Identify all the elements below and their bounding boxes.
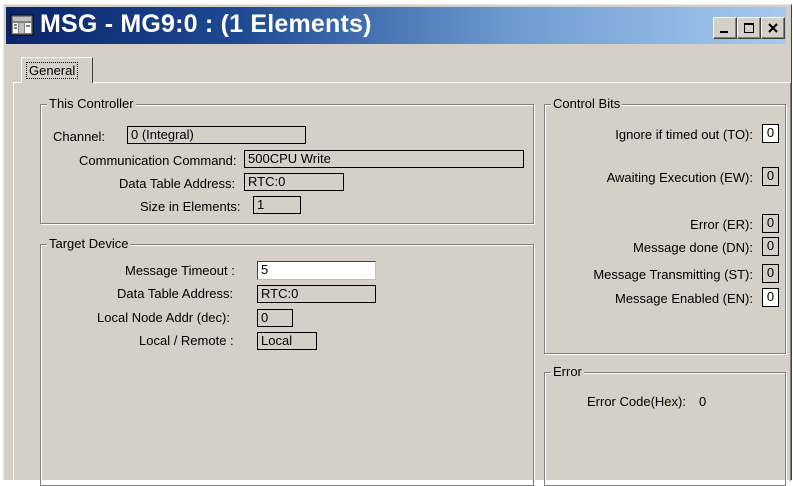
control-bits-title: Control Bits	[551, 96, 623, 111]
error-code-value: 0	[699, 394, 707, 409]
message-timeout-label: Message Timeout :	[125, 263, 235, 278]
message-timeout-input[interactable]: 5	[257, 261, 376, 280]
awaiting-execution-label: Awaiting Execution (EW):	[606, 170, 753, 185]
minimize-button[interactable]	[713, 17, 737, 39]
channel-field: 0 (Integral)	[127, 126, 306, 144]
comm-command-label: Communication Command:	[79, 153, 237, 168]
ignore-timeout-label: Ignore if timed out (TO):	[615, 127, 753, 142]
local-remote-field: Local	[257, 332, 317, 350]
this-controller-title: This Controller	[47, 96, 136, 111]
maximize-icon	[744, 23, 754, 33]
local-node-addr-label: Local Node Addr (dec):	[97, 310, 230, 325]
message-done-label: Message done (DN):	[633, 240, 753, 255]
size-in-elements-label: Size in Elements:	[140, 199, 241, 214]
error-bit: 0	[762, 214, 779, 233]
size-in-elements-field: 1	[253, 196, 301, 214]
tab-general-label: General	[26, 62, 79, 79]
error-bit-label: Error (ER):	[690, 217, 753, 232]
data-table-address-label: Data Table Address:	[119, 176, 236, 191]
msg-dialog-window: MSG - MG9:0 : (1 Elements) General This …	[3, 4, 792, 486]
error-group: Error	[544, 364, 786, 486]
data-table-address-field: RTC:0	[244, 173, 344, 191]
message-transmitting-bit: 0	[762, 264, 779, 283]
local-node-addr-field: 0	[257, 309, 293, 327]
channel-label: Channel:	[53, 129, 106, 144]
error-code-label: Error Code(Hex):	[587, 394, 686, 409]
window-title: MSG - MG9:0 : (1 Elements)	[40, 10, 372, 38]
target-device-group: Target Device	[40, 236, 534, 486]
target-device-title: Target Device	[47, 236, 131, 251]
close-icon	[768, 23, 778, 33]
ignore-timeout-bit[interactable]: 0	[762, 124, 779, 143]
tab-general[interactable]: General	[21, 57, 93, 83]
awaiting-execution-bit: 0	[762, 167, 779, 186]
title-bar[interactable]: MSG - MG9:0 : (1 Elements)	[6, 7, 786, 44]
target-data-table-field: RTC:0	[257, 285, 376, 303]
comm-command-field: 500CPU Write	[244, 150, 524, 168]
maximize-button[interactable]	[737, 17, 761, 39]
target-data-table-label: Data Table Address:	[117, 286, 234, 301]
message-done-bit: 0	[762, 237, 779, 256]
close-button[interactable]	[761, 17, 785, 39]
minimize-icon	[720, 31, 728, 33]
message-transmitting-label: Message Transmitting (ST):	[593, 267, 753, 282]
local-remote-label: Local / Remote :	[139, 333, 234, 348]
error-group-title: Error	[551, 364, 584, 379]
rslogix-app-icon	[10, 14, 34, 36]
message-enabled-label: Message Enabled (EN):	[614, 291, 753, 306]
message-enabled-bit[interactable]: 0	[762, 288, 779, 307]
